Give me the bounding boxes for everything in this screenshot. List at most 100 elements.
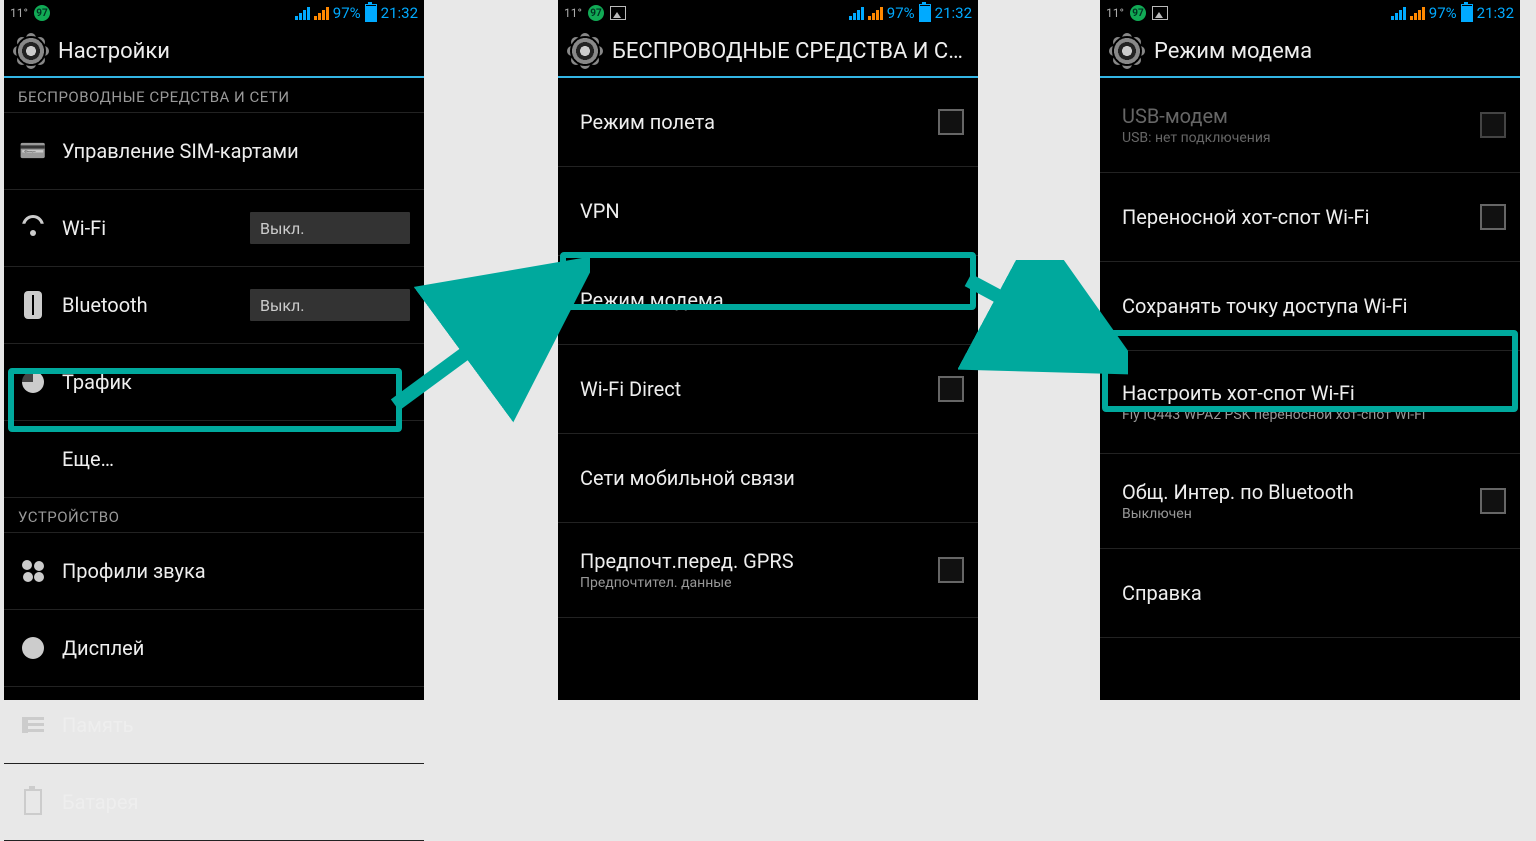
signal-2-icon: [1410, 6, 1425, 20]
status-bar: 11° 97 97% 21:32: [558, 0, 978, 26]
row-sublabel: Выключен: [1122, 506, 1466, 522]
memory-icon: [18, 710, 48, 740]
row-label: Bluetooth: [62, 293, 236, 317]
status-badge-icon: 97: [34, 5, 50, 21]
bt-toggle[interactable]: Выкл.: [250, 289, 410, 321]
row-bt-share[interactable]: Общ. Интер. по Bluetooth Выключен: [1100, 454, 1520, 549]
status-bar: 11° 97 97% 21:32: [1100, 0, 1520, 26]
row-label: Управление SIM-картами: [62, 139, 410, 163]
signal-1-icon: [295, 6, 310, 20]
screen-tethering: 11° 97 97% 21:32 Режим модема USB-модем …: [1100, 0, 1520, 700]
row-label: Профили звука: [62, 559, 410, 583]
row-wifi-direct[interactable]: Wi-Fi Direct: [558, 345, 978, 434]
row-label: Режим полета: [580, 110, 924, 134]
row-label: Сети мобильной связи: [580, 466, 964, 490]
row-keep-hotspot[interactable]: Сохранять точку доступа Wi-Fi: [1100, 262, 1520, 351]
header: Настройки: [4, 26, 424, 78]
row-portable-hotspot[interactable]: Переносной хот-спот Wi-Fi: [1100, 173, 1520, 262]
traffic-icon: [18, 367, 48, 397]
usb-checkbox: [1480, 112, 1506, 138]
row-sublabel: USB: нет подключения: [1122, 130, 1466, 146]
row-tethering[interactable]: Режим модема: [558, 256, 978, 345]
row-help[interactable]: Справка: [1100, 549, 1520, 638]
row-label: Еще…: [62, 447, 410, 471]
signal-1-icon: [849, 6, 864, 20]
category-device: УСТРОЙСТВО: [4, 498, 424, 533]
row-airplane-mode[interactable]: Режим полета: [558, 78, 978, 167]
row-label: Сохранять точку доступа Wi-Fi: [1122, 294, 1506, 318]
row-configure-hotspot[interactable]: Настроить хот-спот Wi-Fi Fly IQ443 WPA2 …: [1100, 351, 1520, 454]
sim-icon: [18, 136, 48, 166]
row-display[interactable]: Дисплей: [4, 610, 424, 687]
display-icon: [18, 633, 48, 663]
row-traffic[interactable]: Трафик: [4, 344, 424, 421]
row-mobile-networks[interactable]: Сети мобильной связи: [558, 434, 978, 523]
row-label: Wi-Fi Direct: [580, 377, 924, 401]
status-badge-icon: 97: [1130, 5, 1146, 21]
status-temp: 11°: [564, 6, 582, 20]
row-usb-tether: USB-модем USB: нет подключения: [1100, 78, 1520, 173]
row-label: Wi-Fi: [62, 216, 236, 240]
row-vpn[interactable]: VPN: [558, 167, 978, 256]
category-wireless: БЕСПРОВОДНЫЕ СРЕДСТВА И СЕТИ: [4, 78, 424, 113]
status-time: 21:32: [381, 4, 418, 22]
screen-wireless-more: 11° 97 97% 21:32 БЕСПРОВОДНЫЕ СРЕДСТВА И…: [558, 0, 978, 700]
gear-icon: [16, 36, 46, 66]
row-label: Режим модема: [580, 288, 964, 312]
status-bar: 11° 97 97% 21:32: [4, 0, 424, 26]
wifi-toggle[interactable]: Выкл.: [250, 212, 410, 244]
row-sim-management[interactable]: Управление SIM-картами: [4, 113, 424, 190]
gprs-checkbox[interactable]: [938, 557, 964, 583]
screenshot-icon: [1152, 6, 1168, 20]
row-memory[interactable]: Память: [4, 687, 424, 764]
row-more[interactable]: Еще…: [4, 421, 424, 498]
row-label: Переносной хот-спот Wi-Fi: [1122, 205, 1466, 229]
status-badge-icon: 97: [588, 5, 604, 21]
row-wifi[interactable]: Wi-Fi Выкл.: [4, 190, 424, 267]
status-battery-pct: 97%: [887, 4, 915, 22]
page-title: БЕСПРОВОДНЫЕ СРЕДСТВА И СЕ…: [612, 39, 966, 64]
page-title: Режим модема: [1154, 39, 1508, 64]
airplane-checkbox[interactable]: [938, 109, 964, 135]
gear-icon: [570, 36, 600, 66]
row-label: Память: [62, 713, 410, 737]
audio-icon: [18, 556, 48, 586]
battery-icon: [919, 4, 931, 22]
battery-icon: [365, 4, 377, 22]
row-label: VPN: [580, 199, 964, 223]
page-title: Настройки: [58, 39, 412, 64]
row-battery[interactable]: Батарея: [4, 764, 424, 841]
status-battery-pct: 97%: [1429, 4, 1457, 22]
row-label: USB-модем: [1122, 104, 1466, 128]
battery-row-icon: [18, 787, 48, 817]
hotspot-checkbox[interactable]: [1480, 204, 1506, 230]
header[interactable]: Режим модема: [1100, 26, 1520, 78]
header[interactable]: БЕСПРОВОДНЫЕ СРЕДСТВА И СЕ…: [558, 26, 978, 78]
battery-icon: [1461, 4, 1473, 22]
screen-settings: 11° 97 97% 21:32 Настройки БЕСПРОВОДНЫЕ …: [4, 0, 424, 700]
row-bluetooth[interactable]: Bluetooth Выкл.: [4, 267, 424, 344]
row-audio-profiles[interactable]: Профили звука: [4, 533, 424, 610]
gear-icon: [1112, 36, 1142, 66]
bt-share-checkbox[interactable]: [1480, 488, 1506, 514]
screenshot-icon: [610, 6, 626, 20]
status-temp: 11°: [1106, 6, 1124, 20]
signal-1-icon: [1391, 6, 1406, 20]
status-time: 21:32: [1477, 4, 1514, 22]
row-label: Трафик: [62, 370, 410, 394]
bluetooth-icon: [18, 290, 48, 320]
row-label: Настроить хот-спот Wi-Fi: [1122, 381, 1506, 405]
signal-2-icon: [868, 6, 883, 20]
row-gprs-pref[interactable]: Предпочт.перед. GPRS Предпочтител. данны…: [558, 523, 978, 618]
row-sublabel: Предпочтител. данные: [580, 575, 924, 591]
row-label: Батарея: [62, 790, 410, 814]
row-label: Общ. Интер. по Bluetooth: [1122, 480, 1466, 504]
status-time: 21:32: [935, 4, 972, 22]
status-temp: 11°: [10, 6, 28, 20]
wifi-direct-checkbox[interactable]: [938, 376, 964, 402]
row-label: Дисплей: [62, 636, 410, 660]
spacer-icon: [18, 444, 48, 474]
wifi-icon: [18, 213, 48, 243]
status-battery-pct: 97%: [333, 4, 361, 22]
row-sublabel: Fly IQ443 WPA2 PSK переносной хот-спот W…: [1122, 407, 1506, 423]
